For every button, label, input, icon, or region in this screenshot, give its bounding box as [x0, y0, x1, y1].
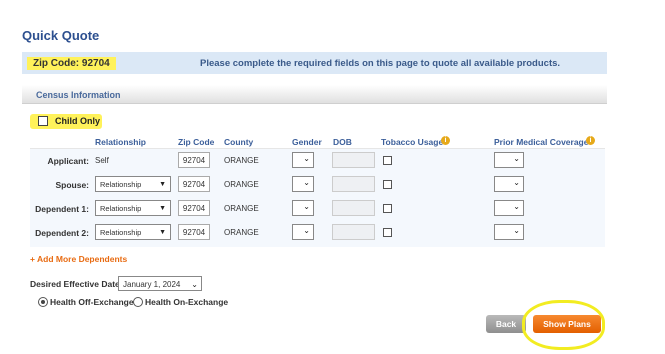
- dependent-1-relationship-select[interactable]: Relationship ▼: [95, 200, 171, 216]
- dropdown-arrow-icon: ▼: [159, 205, 166, 212]
- dependent-1-prior-coverage-select[interactable]: ⌄: [494, 200, 524, 216]
- spouse-relationship-select[interactable]: Relationship ▼: [95, 176, 171, 192]
- add-more-dependents-link[interactable]: + Add More Dependents: [30, 254, 127, 264]
- spouse-zip-input[interactable]: 92704: [178, 176, 210, 192]
- applicant-tobacco-checkbox[interactable]: [383, 156, 392, 165]
- dependent-2-prior-coverage-select[interactable]: ⌄: [494, 224, 524, 240]
- chevron-down-icon: ⌄: [513, 178, 520, 187]
- chevron-down-icon: ⌄: [303, 202, 310, 211]
- chevron-down-icon: ⌄: [513, 202, 520, 211]
- applicant-gender-select[interactable]: ⌄: [292, 152, 314, 168]
- effective-date-label: Desired Effective Date:: [30, 279, 123, 289]
- on-exchange-radio[interactable]: [133, 297, 143, 307]
- dependent-2-relationship-value: Relationship: [100, 228, 142, 237]
- back-button[interactable]: Back: [486, 315, 526, 333]
- chevron-down-icon: ⌄: [303, 154, 310, 163]
- chevron-down-icon: ⌄: [191, 280, 198, 289]
- applicant-county: ORANGE: [224, 156, 259, 165]
- spouse-prior-coverage-select[interactable]: ⌄: [494, 176, 524, 192]
- header-relationship: Relationship: [95, 137, 147, 147]
- applicant-zip-input[interactable]: 92704: [178, 152, 210, 168]
- row-label-dependent-1: Dependent 1:: [35, 204, 89, 214]
- applicant-dob-input[interactable]: [332, 152, 375, 168]
- page-title: Quick Quote: [22, 28, 100, 43]
- chevron-down-icon: ⌄: [513, 154, 520, 163]
- chevron-down-icon: ⌄: [513, 226, 520, 235]
- spouse-gender-select[interactable]: ⌄: [292, 176, 314, 192]
- spouse-county: ORANGE: [224, 180, 259, 189]
- dependent-1-tobacco-checkbox[interactable]: [383, 204, 392, 213]
- dependent-1-dob-input[interactable]: [332, 200, 375, 216]
- tobacco-info-icon[interactable]: i: [441, 136, 450, 145]
- header-county: County: [224, 137, 254, 147]
- dependent-2-zip-input[interactable]: 92704: [178, 224, 210, 240]
- dependent-2-relationship-select[interactable]: Relationship ▼: [95, 224, 171, 240]
- dependent-1-county: ORANGE: [224, 204, 259, 213]
- header-prior-medical-coverage: Prior Medical Coverage: [494, 137, 589, 147]
- chevron-down-icon: ⌄: [303, 178, 310, 187]
- spouse-tobacco-checkbox[interactable]: [383, 180, 392, 189]
- applicant-relationship-value: Self: [95, 156, 109, 165]
- spouse-relationship-value: Relationship: [100, 180, 142, 189]
- off-exchange-radio[interactable]: [38, 297, 48, 307]
- chevron-down-icon: ⌄: [303, 226, 310, 235]
- dependent-1-gender-select[interactable]: ⌄: [292, 200, 314, 216]
- row-label-dependent-2: Dependent 2:: [35, 228, 89, 238]
- dependent-1-relationship-value: Relationship: [100, 204, 142, 213]
- header-tobacco-usage: Tobacco Usage: [381, 137, 444, 147]
- header-zip-code: Zip Code: [178, 137, 215, 147]
- dependent-2-dob-input[interactable]: [332, 224, 375, 240]
- zip-code-label: Zip Code: 92704: [27, 57, 116, 70]
- off-exchange-label: Health Off-Exchange: [50, 297, 134, 307]
- applicant-prior-coverage-select[interactable]: ⌄: [494, 152, 524, 168]
- on-exchange-label: Health On-Exchange: [145, 297, 229, 307]
- child-only-checkbox[interactable]: [38, 116, 48, 126]
- prior-coverage-info-icon[interactable]: i: [586, 136, 595, 145]
- census-section-label: Census Information: [36, 90, 121, 100]
- effective-date-value: January 1, 2024: [123, 280, 181, 289]
- required-fields-message: Please complete the required fields on t…: [200, 58, 561, 69]
- highlight-circle-annotation: [522, 300, 605, 350]
- child-only-label: Child Only: [55, 116, 100, 126]
- dropdown-arrow-icon: ▼: [159, 181, 166, 188]
- radio-selected-dot: [41, 300, 45, 304]
- dependent-2-gender-select[interactable]: ⌄: [292, 224, 314, 240]
- dependent-2-county: ORANGE: [224, 228, 259, 237]
- dropdown-arrow-icon: ▼: [159, 229, 166, 236]
- row-label-spouse: Spouse:: [55, 180, 89, 190]
- dependent-1-zip-input[interactable]: 92704: [178, 200, 210, 216]
- effective-date-select[interactable]: January 1, 2024 ⌄: [118, 276, 202, 291]
- spouse-dob-input[interactable]: [332, 176, 375, 192]
- dependent-2-tobacco-checkbox[interactable]: [383, 228, 392, 237]
- header-dob: DOB: [333, 137, 352, 147]
- row-label-applicant: Applicant:: [47, 156, 89, 166]
- header-gender: Gender: [292, 137, 322, 147]
